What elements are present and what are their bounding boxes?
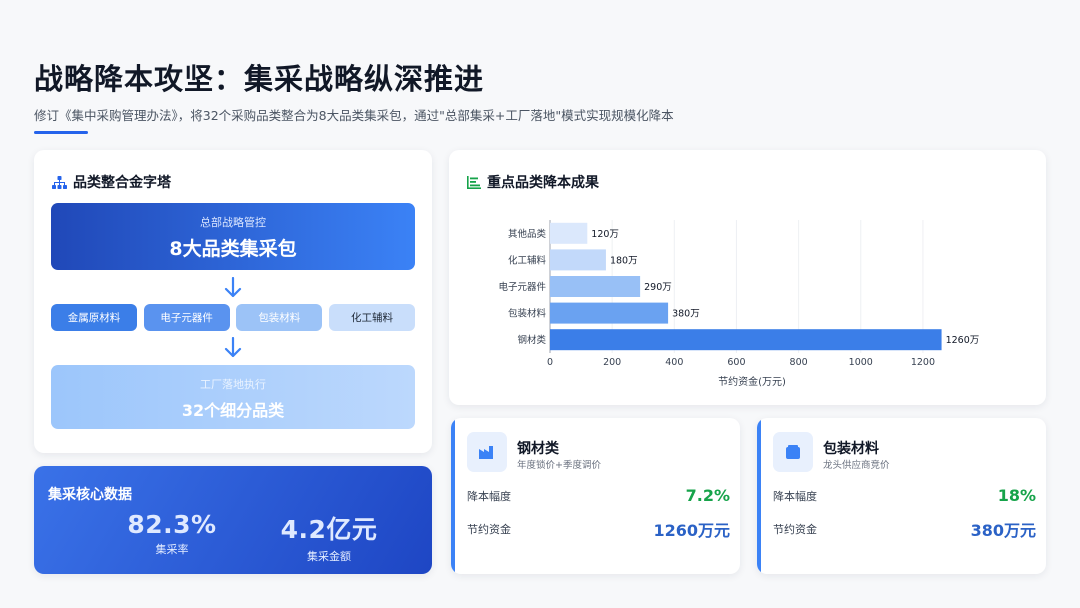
- x-tick-label: 1000: [849, 357, 873, 368]
- detail-save-row: 节约资金 380万元: [773, 517, 1036, 541]
- pyramid-bottom-level: 工厂落地执行 32个细分品类: [51, 365, 415, 429]
- rate-value: 7.2%: [685, 486, 730, 505]
- stat-procurement-amount: 4.2亿元 集采金额: [249, 510, 409, 564]
- stat-value: 82.3%: [127, 510, 217, 539]
- y-tick-label: 电子元器件: [498, 281, 546, 293]
- x-tick-label: 0: [547, 357, 553, 368]
- data-label: 180万: [610, 255, 638, 266]
- y-tick-label: 包装材料: [508, 308, 547, 320]
- pyramid-top-title: 8大品类集采包: [169, 238, 297, 260]
- bar: [550, 329, 942, 351]
- factory-icon: [467, 432, 507, 472]
- page-subtitle: 修订《集中采购管理办法》，将32个采购品类整合为8大品类集采包，通过"总部集采+…: [34, 108, 674, 123]
- x-tick-label: 600: [727, 357, 745, 368]
- arrow-down-icon: [224, 277, 242, 298]
- core-data-card: 集采核心数据 82.3% 集采率 4.2亿元 集采金额: [34, 466, 432, 574]
- bar: [550, 276, 641, 297]
- y-tick-label: 钢材类: [517, 334, 546, 346]
- bar: [550, 249, 606, 271]
- x-tick-label: 1200: [911, 357, 935, 368]
- detail-card-packaging: 包装材料 龙头供应商竞价 降本幅度 18% 节约资金 380万元: [757, 418, 1046, 574]
- save-value: 1260万元: [653, 521, 730, 540]
- detail-desc: 年度锁价+季度调价: [517, 460, 601, 471]
- card-accent: [757, 418, 761, 574]
- save-label: 节约资金: [773, 523, 817, 536]
- hierarchy-icon: [52, 175, 67, 189]
- x-axis-label: 节约资金(万元): [718, 375, 786, 388]
- data-label: 120万: [591, 229, 619, 240]
- data-label: 1260万: [946, 335, 980, 346]
- card-accent: [451, 418, 455, 574]
- stat-procurement-rate: 82.3% 集采率: [92, 510, 252, 557]
- stat-value: 4.2亿元: [280, 515, 378, 544]
- pyramid-top-level: 总部战略管控 8大品类集采包: [51, 203, 415, 270]
- pyramid-middle-level: 金属原材料 电子元器件 包装材料 化工辅料: [51, 304, 415, 331]
- detail-name: 包装材料: [823, 441, 879, 457]
- rate-label: 降本幅度: [467, 489, 511, 503]
- detail-name: 钢材类: [517, 441, 559, 457]
- rate-value: 18%: [997, 486, 1036, 505]
- stat-label: 集采金额: [307, 550, 351, 563]
- detail-save-row: 节约资金 1260万元: [467, 517, 730, 541]
- pyramid-title-text: 品类整合金字塔: [73, 175, 171, 191]
- data-label: 290万: [644, 282, 672, 293]
- pyramid-bottom-title: 32个细分品类: [181, 401, 285, 420]
- data-label: 380万: [672, 309, 700, 320]
- rate-label: 降本幅度: [773, 489, 817, 503]
- core-data-title: 集采核心数据: [48, 487, 132, 503]
- box-icon: [773, 432, 813, 472]
- pyramid-category-chip: 金属原材料: [51, 304, 137, 331]
- detail-card-steel: 钢材类 年度锁价+季度调价 降本幅度 7.2% 节约资金 1260万元: [451, 418, 740, 574]
- chart-card: 重点品类降本成果 其他品类 120万 化工辅料 180万 电子元器件 290万 包装材料 38…: [449, 150, 1046, 405]
- pyramid-category-chip: 电子元器件: [143, 304, 230, 331]
- detail-rate-row: 降本幅度 7.2%: [467, 486, 730, 505]
- pyramid-card: 品类整合金字塔 总部战略管控 8大品类集采包 金属原材料 电子元器件 包装材料 化工辅…: [34, 150, 432, 453]
- arrow-down-icon: [224, 337, 242, 358]
- bar: [550, 302, 669, 324]
- page-title: 战略降本攻坚：集采战略纵深推进: [34, 62, 485, 96]
- title-underline: [34, 131, 88, 134]
- y-tick-label: 化工辅料: [508, 254, 547, 266]
- pyramid-top-subtitle: 总部战略管控: [200, 216, 266, 229]
- detail-desc: 龙头供应商竞价: [823, 460, 890, 471]
- pyramid-card-title: 品类整合金字塔: [52, 172, 171, 192]
- pyramid-bottom-subtitle: 工厂落地执行: [200, 378, 266, 391]
- bar: [550, 222, 588, 244]
- save-value: 380万元: [970, 521, 1036, 540]
- pyramid-category-chip: 化工辅料: [328, 304, 415, 331]
- stat-label: 集采率: [155, 543, 189, 556]
- bar-chart: 其他品类 120万化工辅料 180万电子元器件 290万包装材料 380万钢材类 1260…: [498, 220, 980, 388]
- pyramid-category-chip: 包装材料: [236, 304, 323, 331]
- save-label: 节约资金: [467, 523, 511, 536]
- y-tick-label: 其他品类: [508, 228, 547, 240]
- x-tick-label: 800: [790, 357, 808, 368]
- x-tick-label: 400: [665, 357, 683, 368]
- detail-rate-row: 降本幅度 18%: [773, 486, 1036, 505]
- x-tick-label: 200: [603, 357, 621, 368]
